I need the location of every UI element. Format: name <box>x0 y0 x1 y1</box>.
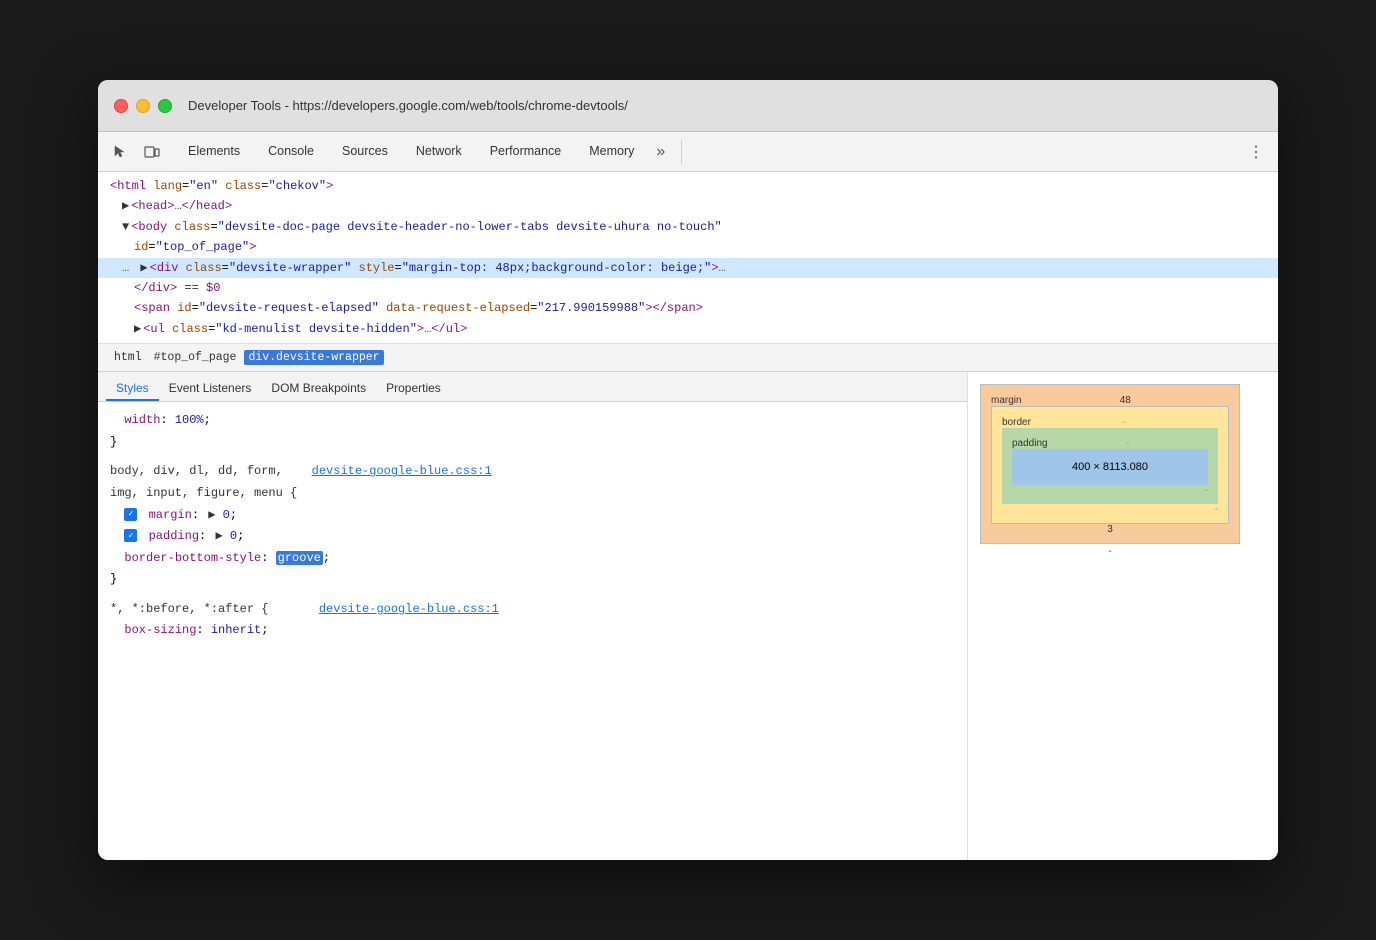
device-toggle-icon[interactable] <box>138 138 166 166</box>
main-toolbar: Elements Console Sources Network Perform… <box>98 132 1278 172</box>
arrow-icon: ▶ <box>140 261 147 275</box>
css-link-1[interactable]: devsite-google-blue.css:1 <box>312 464 492 478</box>
css-block-width: width: 100%; } <box>110 410 955 453</box>
css-boxsizing-line: box-sizing: inherit; <box>110 620 955 642</box>
css-selector-body: body, div, dl, dd, form, devsite-google-… <box>110 461 955 483</box>
bm-padding-bottom: - <box>1205 485 1208 496</box>
cursor-icon[interactable] <box>106 138 134 166</box>
css-selector-star: *, *:before, *:after { devsite-google-bl… <box>110 599 955 621</box>
bm-border-label: border <box>1002 417 1031 428</box>
css-block-body: body, div, dl, dd, form, devsite-google-… <box>110 461 955 591</box>
padding-checkbox[interactable] <box>124 529 137 542</box>
toolbar-menu-button[interactable]: ⋮ <box>1242 138 1270 166</box>
breadcrumb-bar: html #top_of_page div.devsite-wrapper <box>98 344 1278 372</box>
tab-elements[interactable]: Elements <box>174 132 254 171</box>
window-title: Developer Tools - https://developers.goo… <box>188 98 628 113</box>
arrow-icon: ▶ <box>134 322 141 336</box>
bm-padding-value: - <box>1126 438 1129 449</box>
bm-content-box: 400 × 8113.080 <box>1012 449 1208 485</box>
dom-line-body[interactable]: ▼<body class="devsite-doc-page devsite-h… <box>98 217 1278 237</box>
devtools-window: Developer Tools - https://developers.goo… <box>98 80 1278 860</box>
tab-memory[interactable]: Memory <box>575 132 648 171</box>
bottom-split: Styles Event Listeners DOM Breakpoints P… <box>98 372 1278 860</box>
bm-extra-value: - <box>980 546 1240 557</box>
arrow-icon: ▼ <box>122 220 129 234</box>
dom-tree-panel: <html lang="en" class="chekov"> ▶<head>…… <box>98 172 1278 344</box>
dom-line-span[interactable]: <span id="devsite-request-elapsed" data-… <box>98 298 1278 318</box>
breadcrumb-top-of-page[interactable]: #top_of_page <box>150 350 241 365</box>
dom-line-head[interactable]: ▶<head>…</head> <box>98 196 1278 216</box>
arrow-icon: ▶ <box>122 199 129 213</box>
tab-dom-breakpoints[interactable]: DOM Breakpoints <box>261 377 376 401</box>
dom-line-body-id[interactable]: id="top_of_page"> <box>98 237 1278 257</box>
minimize-button[interactable] <box>136 99 150 113</box>
box-model-diagram: margin 48 border - <box>980 384 1240 557</box>
dom-line-html[interactable]: <html lang="en" class="chekov"> <box>98 176 1278 196</box>
bm-padding-label: padding <box>1012 438 1048 449</box>
css-border-bottom-line: border-bottom-style: groove; <box>110 548 955 570</box>
styles-tab-bar: Styles Event Listeners DOM Breakpoints P… <box>98 372 967 402</box>
bm-padding-layer: padding - 400 × 8113.080 - <box>1002 428 1218 504</box>
toolbar-icons <box>106 138 166 166</box>
css-block-star: *, *:before, *:after { devsite-google-bl… <box>110 599 955 642</box>
tab-console[interactable]: Console <box>254 132 328 171</box>
bm-content-size: 400 × 8113.080 <box>1072 461 1148 473</box>
breadcrumb-html[interactable]: html <box>110 350 146 365</box>
tab-styles[interactable]: Styles <box>106 377 159 401</box>
styles-content: width: 100%; } body, div, dl, dd, form, … <box>98 402 967 860</box>
close-button[interactable] <box>114 99 128 113</box>
more-tabs-button[interactable]: » <box>648 132 673 171</box>
bm-border-value: - <box>1123 417 1126 428</box>
css-margin-line: margin: ▶ 0; <box>110 505 955 527</box>
breadcrumb-div-wrapper[interactable]: div.devsite-wrapper <box>244 350 383 365</box>
fullscreen-button[interactable] <box>158 99 172 113</box>
css-padding-line: padding: ▶ 0; <box>110 526 955 548</box>
css-selector-img: img, input, figure, menu { <box>110 483 955 505</box>
tab-properties[interactable]: Properties <box>376 377 451 401</box>
tab-event-listeners[interactable]: Event Listeners <box>159 377 262 401</box>
dom-line-div-selected[interactable]: … ▶<div class="devsite-wrapper" style="m… <box>98 258 1278 278</box>
title-bar: Developer Tools - https://developers.goo… <box>98 80 1278 132</box>
styles-panel: Styles Event Listeners DOM Breakpoints P… <box>98 372 968 860</box>
css-link-2[interactable]: devsite-google-blue.css:1 <box>319 602 499 616</box>
css-close-brace-1: } <box>110 432 955 454</box>
css-width-line: width: 100%; <box>110 410 955 432</box>
traffic-lights <box>114 99 172 113</box>
bm-border-layer: border - padding - <box>991 406 1229 524</box>
bm-margin-layer: margin 48 border - <box>980 384 1240 544</box>
bm-margin-top: 48 <box>1120 395 1131 406</box>
bm-margin-bottom: 3 <box>1107 524 1113 535</box>
devtools-panel: Elements Console Sources Network Perform… <box>98 132 1278 860</box>
margin-checkbox[interactable] <box>124 508 137 521</box>
bm-margin-label: margin <box>991 395 1022 406</box>
tab-performance[interactable]: Performance <box>476 132 576 171</box>
toolbar-divider <box>681 140 682 164</box>
dom-line-div-close[interactable]: </div> == $0 <box>98 278 1278 298</box>
border-value-highlight: groove <box>276 551 323 565</box>
tab-sources[interactable]: Sources <box>328 132 402 171</box>
bm-border-bottom: - <box>1215 504 1218 515</box>
box-model-panel: margin 48 border - <box>968 372 1278 860</box>
dom-line-ul[interactable]: ▶<ul class="kd-menulist devsite-hidden">… <box>98 319 1278 339</box>
tab-list: Elements Console Sources Network Perform… <box>174 132 673 171</box>
tab-network[interactable]: Network <box>402 132 476 171</box>
css-close-brace-2: } <box>110 569 955 591</box>
